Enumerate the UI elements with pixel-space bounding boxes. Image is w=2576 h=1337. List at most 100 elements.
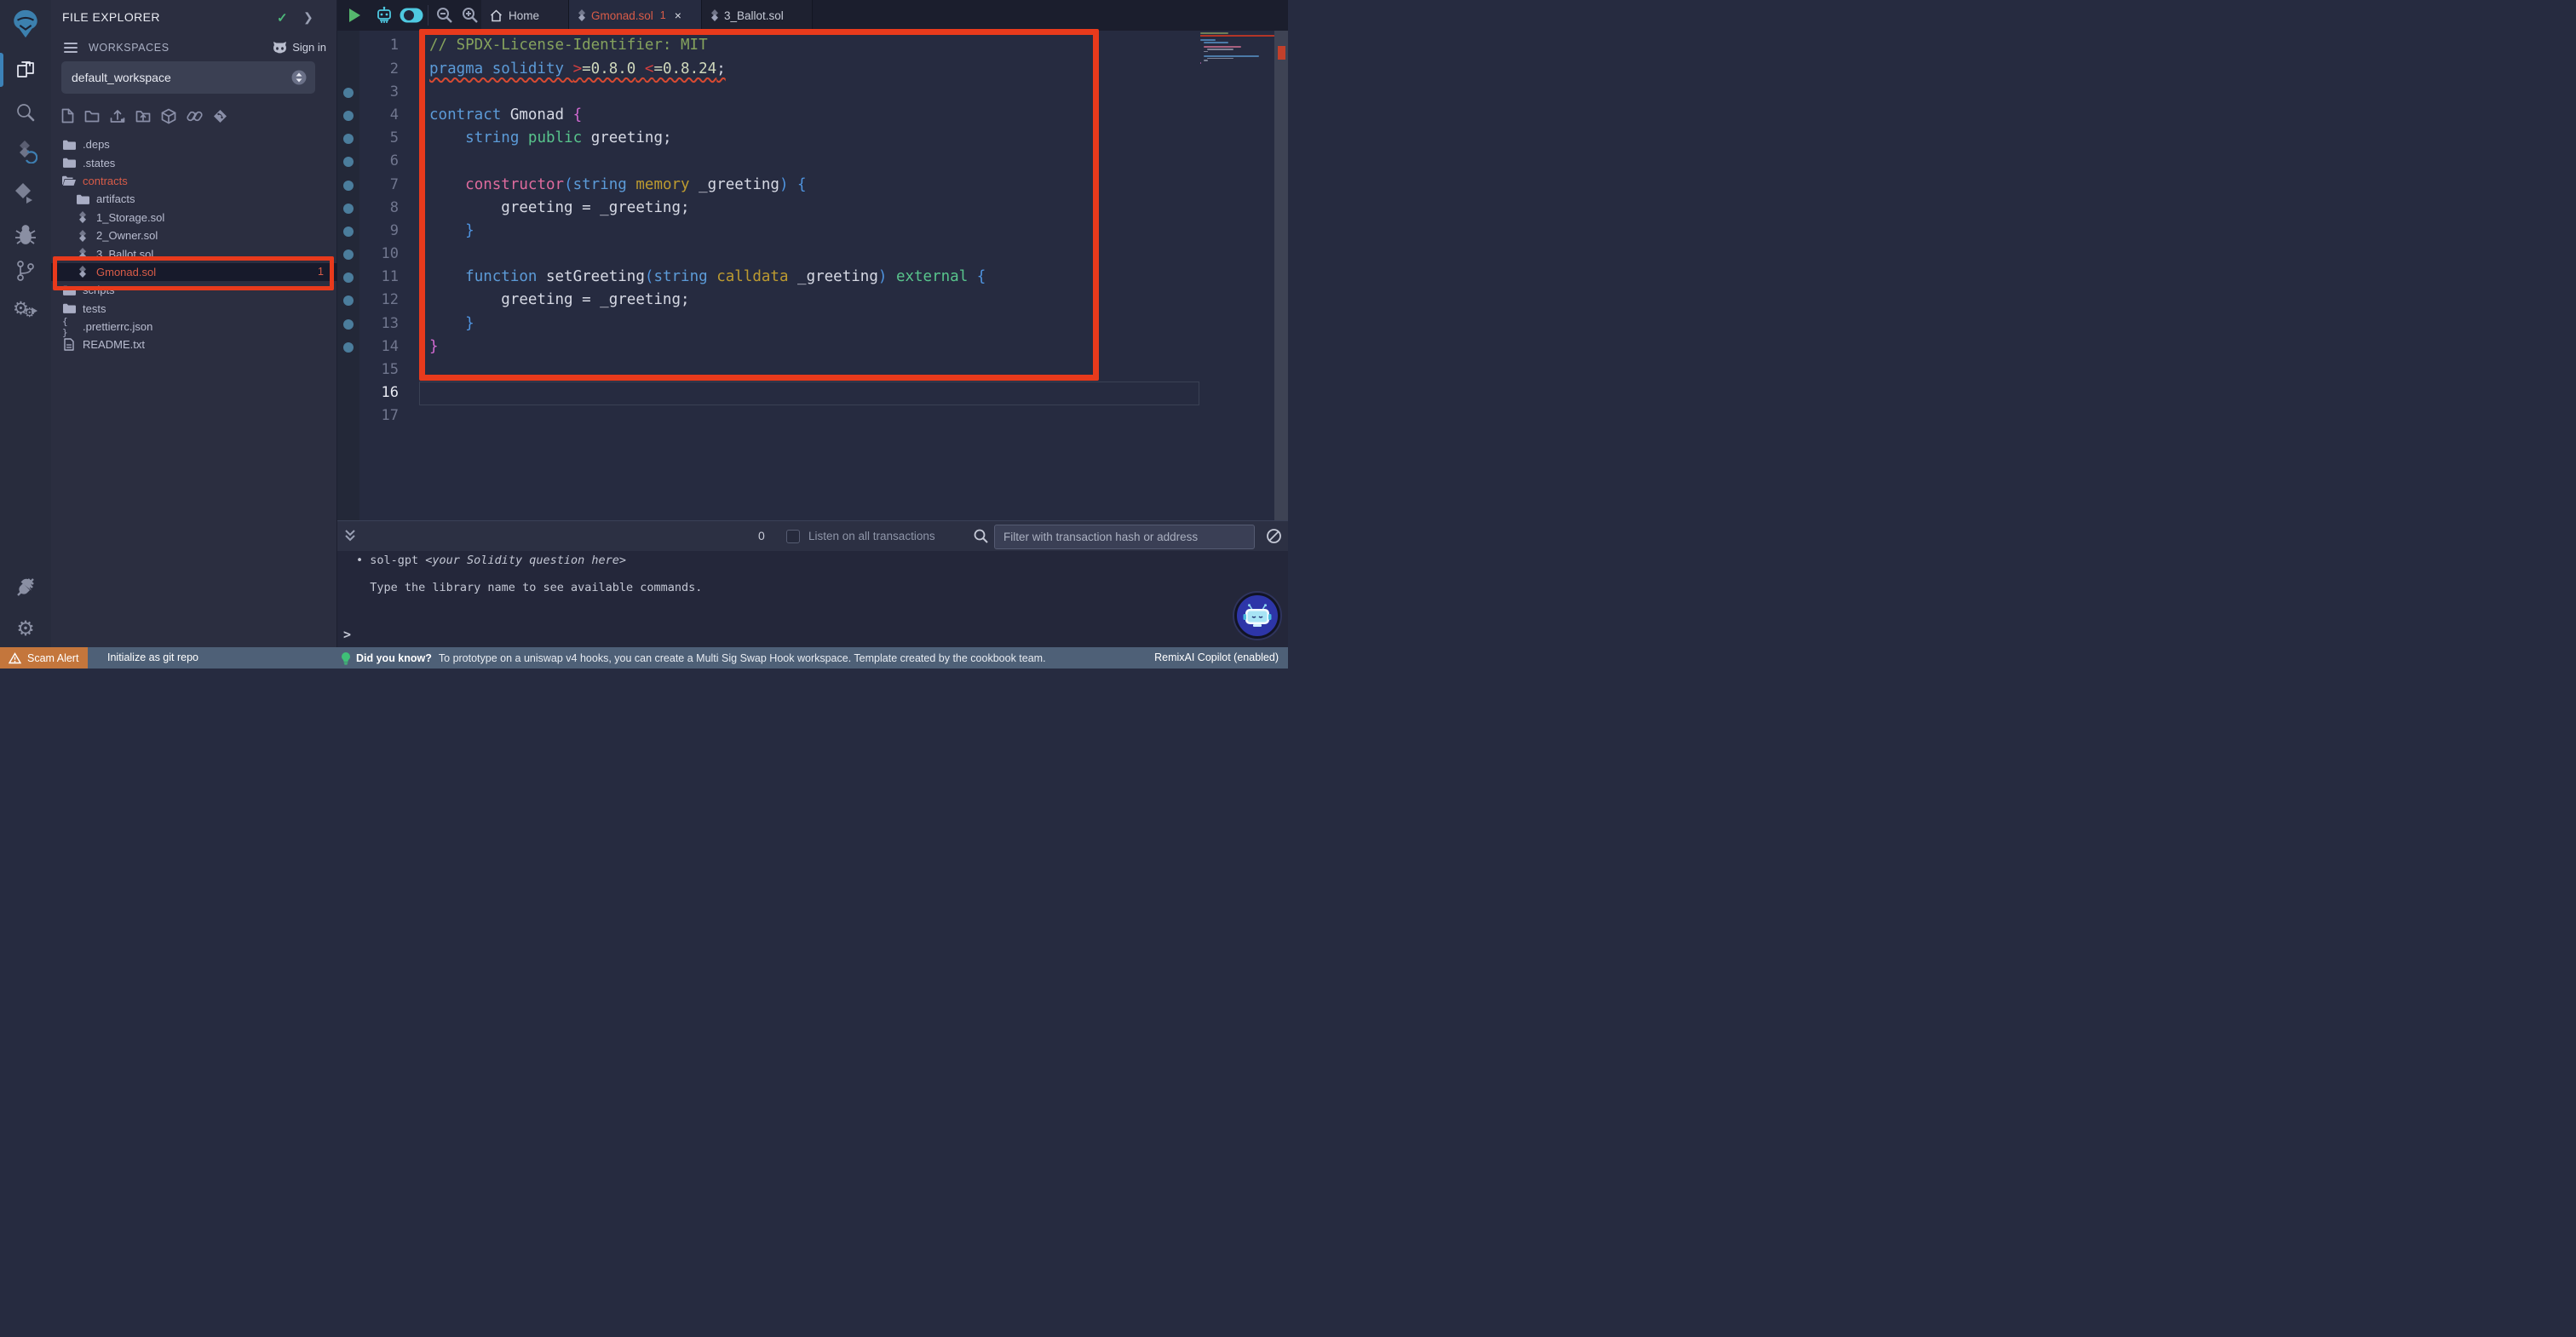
git-diamond-icon[interactable] — [213, 109, 227, 123]
transaction-filter-input[interactable] — [994, 525, 1255, 549]
remix-ai-assistant-button[interactable] — [1234, 593, 1280, 639]
code-line-6[interactable]: 6 — [337, 150, 1288, 173]
copilot-toggle[interactable] — [399, 7, 424, 24]
code-line-16[interactable]: 16 — [337, 382, 1288, 405]
code-text: contract Gmonad { — [429, 104, 1288, 127]
search-icon[interactable] — [10, 97, 41, 128]
code-editor[interactable]: 1// SPDX-License-Identifier: MIT2pragma … — [337, 31, 1288, 520]
code-line-10[interactable]: 10 — [337, 243, 1288, 266]
tree-item-label: tests — [83, 302, 106, 315]
tab-gmonad-sol[interactable]: Gmonad.sol 1 × — [569, 0, 702, 31]
modified-line-dot — [343, 250, 354, 260]
code-line-1[interactable]: 1// SPDX-License-Identifier: MIT — [337, 34, 1288, 57]
tree-item-2-owner-sol[interactable]: 2_Owner.sol — [51, 227, 337, 244]
tree-item-artifacts[interactable]: artifacts — [51, 190, 337, 208]
tab-ballot-sol[interactable]: 3_Ballot.sol — [702, 0, 813, 31]
code-line-5[interactable]: 5 string public greeting; — [337, 127, 1288, 150]
line-number: 14 — [361, 336, 399, 359]
tree-item--deps[interactable]: .deps — [51, 135, 337, 153]
code-line-17[interactable]: 17 — [337, 405, 1288, 427]
workspaces-row: WORKSPACES Sign in — [51, 39, 336, 58]
workspace-spinner-icon[interactable] — [291, 70, 307, 85]
home-icon — [490, 9, 503, 22]
tree-item-gmonad-sol[interactable]: Gmonad.sol1 — [51, 263, 337, 281]
warning-icon — [9, 652, 21, 664]
code-line-2[interactable]: 2pragma solidity >=0.8.0 <=0.8.24; — [337, 58, 1288, 81]
code-line-13[interactable]: 13 } — [337, 313, 1288, 336]
zoom-out-icon[interactable] — [436, 7, 453, 24]
workspace-ok-icon[interactable]: ✓ — [277, 10, 288, 26]
zoom-in-icon[interactable] — [462, 7, 479, 24]
tree-item-label: contracts — [83, 175, 128, 187]
scam-alert-button[interactable]: Scam Alert — [0, 647, 88, 668]
new-file-icon[interactable] — [61, 108, 74, 123]
hamburger-menu-icon[interactable] — [64, 43, 78, 55]
tree-item-contracts[interactable]: contracts — [51, 172, 337, 190]
line-number: 8 — [361, 197, 399, 220]
tab-close-icon[interactable]: × — [675, 9, 681, 22]
code-line-3[interactable]: 3 — [337, 81, 1288, 104]
collapse-terminal-icon[interactable] — [344, 529, 356, 542]
link-icon[interactable] — [187, 109, 203, 123]
line-number: 10 — [361, 243, 399, 266]
sign-in-button[interactable]: Sign in — [273, 41, 326, 54]
tree-item-tests[interactable]: tests — [51, 300, 337, 318]
tree-item--prettierrc-json[interactable]: { }.prettierrc.json — [51, 318, 337, 336]
solidity-icon — [76, 230, 89, 242]
tree-item-label: 2_Owner.sol — [96, 229, 158, 242]
settings-icon[interactable]: ⚙ — [10, 613, 41, 644]
run-script-button[interactable] — [349, 9, 360, 22]
file-explorer-icon[interactable] — [10, 55, 41, 85]
new-folder-icon[interactable] — [84, 109, 100, 123]
git-icon[interactable] — [10, 255, 41, 286]
tree-item--states[interactable]: .states — [51, 153, 337, 171]
code-line-12[interactable]: 12 greeting = _greeting; — [337, 289, 1288, 312]
code-line-4[interactable]: 4contract Gmonad { — [337, 104, 1288, 127]
tree-item-scripts[interactable]: scripts — [51, 281, 337, 299]
cube-icon[interactable] — [161, 108, 176, 124]
solidity-compiler-icon[interactable] — [10, 136, 41, 167]
modified-line-dot — [343, 134, 354, 144]
code-line-8[interactable]: 8 greeting = _greeting; — [337, 197, 1288, 220]
tree-item-3-ballot-sol[interactable]: 3_Ballot.sol — [51, 244, 337, 262]
clear-console-icon[interactable] — [1266, 528, 1282, 544]
chevron-right-icon[interactable]: ❯ — [303, 10, 313, 25]
workspace-select[interactable]: default_workspace — [61, 61, 315, 94]
listen-label[interactable]: Listen on all transactions — [808, 530, 935, 542]
file-explorer-panel: FILE EXPLORER ✓ ❯ WORKSPACES Sign in def… — [51, 0, 337, 668]
folder-icon — [76, 194, 89, 204]
modified-line-dot — [343, 342, 354, 353]
panel-header: FILE EXPLORER ✓ ❯ — [51, 0, 336, 34]
editor-scrollbar[interactable] — [1274, 31, 1288, 520]
upload-folder-icon[interactable] — [135, 109, 151, 123]
plugin-connect-icon[interactable] — [10, 572, 41, 603]
tab-home[interactable]: Home — [481, 0, 569, 31]
code-text: } — [429, 336, 1288, 359]
modified-line-dot — [343, 273, 354, 283]
modified-line-dot — [343, 227, 354, 237]
line-number: 9 — [361, 220, 399, 243]
debugger-icon[interactable] — [10, 220, 41, 250]
code-line-7[interactable]: 7 constructor(string memory _greeting) { — [337, 174, 1288, 197]
folder-icon — [62, 140, 76, 150]
code-line-11[interactable]: 11 function setGreeting(string calldata … — [337, 266, 1288, 289]
minimap[interactable] — [1200, 32, 1274, 72]
terminal-line: • sol-gpt <your Solidity question here> — [356, 554, 626, 567]
code-line-15[interactable]: 15 — [337, 359, 1288, 382]
ai-robot-icon[interactable] — [375, 6, 394, 25]
terminal-prompt[interactable]: > — [343, 627, 351, 642]
folder-open-icon — [62, 175, 76, 186]
plugin-manager-icon[interactable]: ⚙⚙ — [10, 296, 41, 327]
upload-file-icon[interactable] — [110, 109, 125, 123]
tree-item-1-storage-sol[interactable]: 1_Storage.sol — [51, 209, 337, 227]
activity-rail: ⚙⚙⚙ — [0, 0, 51, 668]
code-line-14[interactable]: 14} — [337, 336, 1288, 359]
folder-icon — [62, 285, 76, 296]
init-git-repo-button[interactable]: Initialize as git repo — [107, 651, 198, 663]
code-line-9[interactable]: 9 } — [337, 220, 1288, 243]
listen-checkbox[interactable] — [786, 530, 800, 543]
terminal-output: > • sol-gpt <your Solidity question here… — [337, 551, 1288, 649]
search-icon — [973, 528, 989, 544]
deploy-run-icon[interactable] — [10, 178, 41, 209]
tree-item-readme-txt[interactable]: README.txt — [51, 336, 337, 353]
